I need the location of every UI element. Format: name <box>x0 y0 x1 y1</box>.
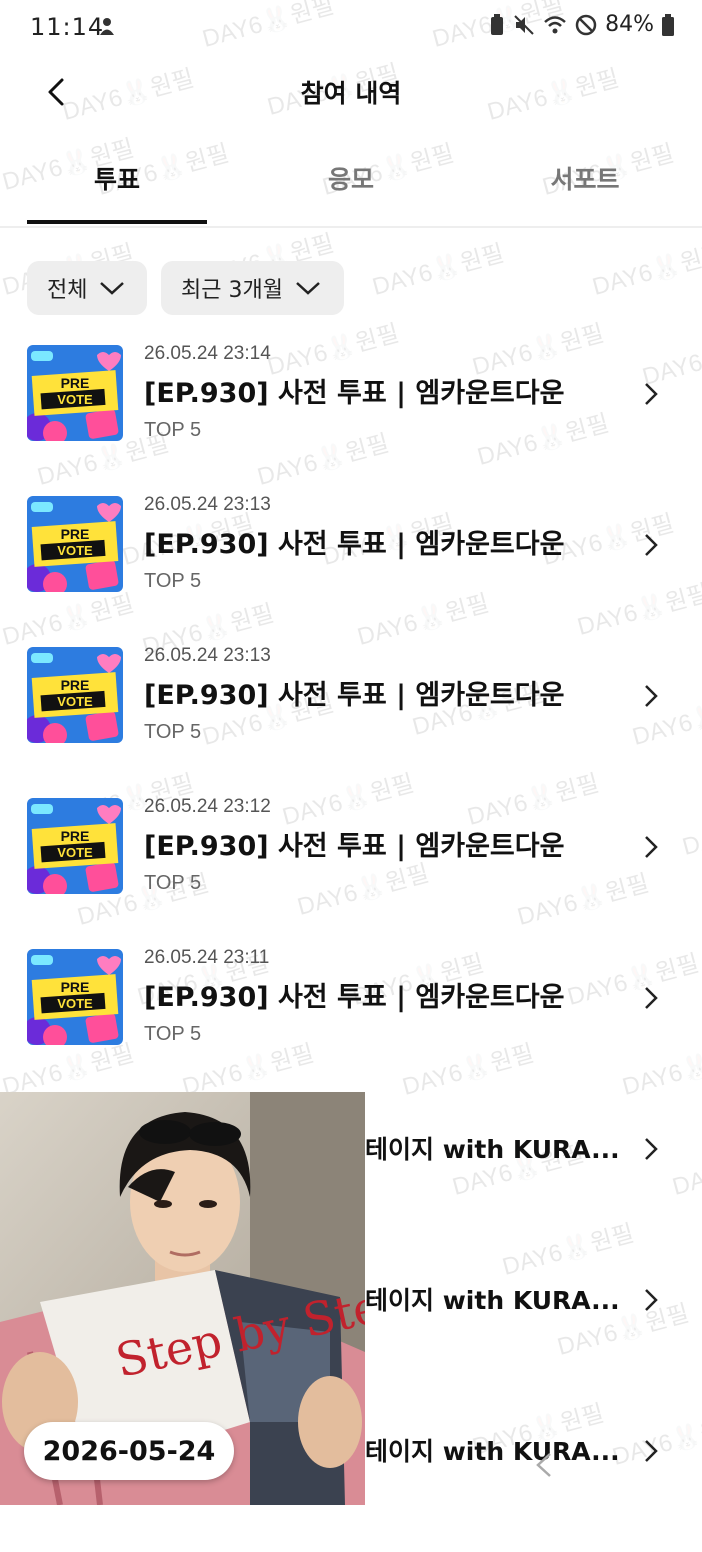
chevron-right-icon <box>645 987 658 1009</box>
item-title: [EP.930] 사전 투표 | 엠카운트다운 <box>144 378 565 409</box>
watermark-text: DAY6🐰원필 <box>589 239 702 301</box>
period-filter-dropdown[interactable]: 최근 3개월 <box>161 261 344 315</box>
list-item[interactable]: PRE VOTE 26.05.24 23:14 [EP.930] 사전 투표 |… <box>0 343 702 495</box>
svg-text:VOTE: VOTE <box>57 996 93 1011</box>
chevron-right-icon <box>645 1289 658 1311</box>
item-title: [EP.930] 사전 투표 | 엠카운트다운 <box>144 831 565 862</box>
chevron-right-icon <box>645 836 658 858</box>
chevron-down-icon <box>100 282 125 295</box>
page-title: 참여 내역 <box>300 79 402 108</box>
period-filter-label: 최근 3개월 <box>181 278 283 303</box>
svg-text:PRE: PRE <box>61 526 90 542</box>
item-date: 26.05.24 23:13 <box>144 645 271 666</box>
tab-entry[interactable]: 응모 <box>261 160 441 196</box>
chevron-right-icon <box>645 1440 658 1462</box>
item-title: 테이지 with KURA... <box>365 1286 620 1315</box>
item-title: [EP.930] 사전 투표 | 엠카운트다운 <box>144 529 565 560</box>
type-filter-dropdown[interactable]: 전체 <box>27 261 147 315</box>
svg-text:PRE: PRE <box>61 828 90 844</box>
item-date: 26.05.24 23:14 <box>144 343 271 364</box>
notification-icon <box>100 18 114 35</box>
status-time: 11:14 <box>30 13 105 41</box>
item-subtitle: TOP 5 <box>144 570 202 592</box>
tab-support[interactable]: 서포트 <box>495 160 675 196</box>
list-item[interactable]: PRE VOTE 26.05.24 23:11 [EP.930] 사전 투표 |… <box>0 947 702 1099</box>
list-item[interactable]: PRE VOTE 26.05.24 23:12 [EP.930] 사전 투표 |… <box>0 796 702 948</box>
nav-back-icon[interactable] <box>530 1450 560 1480</box>
svg-text:VOTE: VOTE <box>57 543 93 558</box>
svg-text:PRE: PRE <box>61 979 90 995</box>
tab-bar: 투표 응모 서포트 <box>0 140 702 228</box>
chevron-right-icon <box>645 383 658 405</box>
chevron-right-icon <box>645 534 658 556</box>
tab-vote[interactable]: 투표 <box>27 160 207 196</box>
battery-percent: 84% <box>605 12 654 37</box>
item-date: 26.05.24 23:13 <box>144 494 271 515</box>
app-header: 참여 내역 <box>0 54 702 130</box>
svg-text:PRE: PRE <box>61 375 90 391</box>
list-item[interactable]: PRE VOTE 26.05.24 23:13 [EP.930] 사전 투표 |… <box>0 494 702 646</box>
pre-vote-thumbnail: PRE VOTE <box>27 647 123 743</box>
svg-text:PRE: PRE <box>61 677 90 693</box>
pre-vote-thumbnail: PRE VOTE <box>27 496 123 592</box>
item-title: 테이지 with KURA... <box>365 1135 620 1164</box>
chevron-down-icon <box>296 282 320 295</box>
battery-saver-icon <box>491 13 504 35</box>
status-bar: 11:14 84% <box>0 0 702 54</box>
pre-vote-thumbnail: PRE VOTE <box>27 798 123 894</box>
item-date: 26.05.24 23:12 <box>144 796 271 817</box>
item-subtitle: TOP 5 <box>144 1023 202 1045</box>
item-title: 테이지 with KURA... <box>365 1437 620 1466</box>
status-icons: 84% <box>489 12 674 37</box>
active-tab-indicator <box>27 220 207 224</box>
watermark-text: DAY6🐰원필 <box>369 239 507 301</box>
pre-vote-thumbnail: PRE VOTE <box>27 345 123 441</box>
chevron-right-icon <box>645 1138 658 1160</box>
svg-text:VOTE: VOTE <box>57 845 93 860</box>
item-date: 26.05.24 23:11 <box>144 947 270 968</box>
item-subtitle: TOP 5 <box>144 721 202 743</box>
svg-text:VOTE: VOTE <box>57 392 93 407</box>
item-subtitle: TOP 5 <box>144 872 202 894</box>
chevron-right-icon <box>645 685 658 707</box>
mute-icon <box>514 14 534 35</box>
wifi-icon <box>544 15 566 33</box>
do-not-disturb-icon <box>575 14 597 35</box>
photo-date-badge: 2026-05-24 <box>24 1422 234 1480</box>
battery-icon <box>662 13 674 36</box>
list-item[interactable]: PRE VOTE 26.05.24 23:13 [EP.930] 사전 투표 |… <box>0 645 702 797</box>
type-filter-label: 전체 <box>47 278 88 303</box>
item-title: [EP.930] 사전 투표 | 엠카운트다운 <box>144 680 565 711</box>
item-subtitle: TOP 5 <box>144 419 202 441</box>
pre-vote-thumbnail: PRE VOTE <box>27 949 123 1045</box>
svg-text:VOTE: VOTE <box>57 694 93 709</box>
item-title: [EP.930] 사전 투표 | 엠카운트다운 <box>144 982 565 1013</box>
